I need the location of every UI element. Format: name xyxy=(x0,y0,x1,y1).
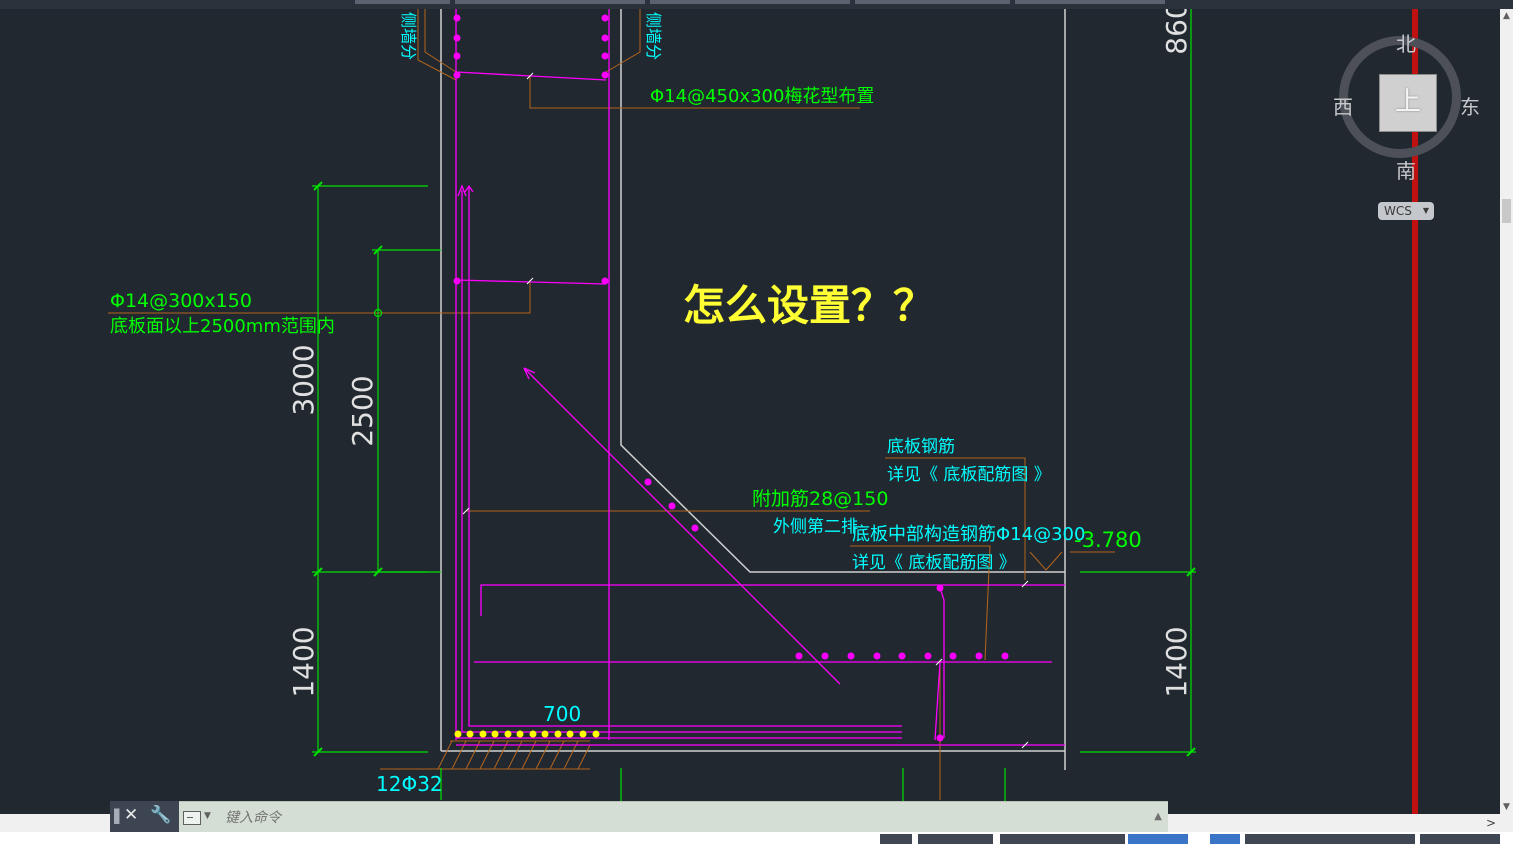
wcs-label: WCS xyxy=(1384,204,1412,218)
side-wall-label-left: 侧墙分 xyxy=(399,12,418,60)
top-tab[interactable] xyxy=(455,0,645,4)
additional-rebar-label: 附加筋28@150 xyxy=(752,488,888,510)
viewcube[interactable]: 北 南 东 西 上 WCS ▼ xyxy=(1333,28,1483,228)
status-button[interactable] xyxy=(1128,834,1188,844)
top-tab[interactable] xyxy=(1015,0,1165,4)
scroll-thumb[interactable] xyxy=(1502,199,1511,223)
east-label[interactable]: 东 xyxy=(1460,91,1480,120)
scroll-up-icon[interactable]: ▲ xyxy=(1500,9,1513,23)
wcs-dropdown[interactable]: WCS ▼ xyxy=(1378,202,1434,220)
history-up-icon[interactable]: ▲ xyxy=(1154,811,1162,822)
level-label: -3.780 xyxy=(1074,528,1142,552)
dimension-lines xyxy=(312,9,1196,812)
see-floor-drawing-label-2: 详见《 底板配筋图 》 xyxy=(852,553,1016,573)
scroll-down-icon[interactable]: ▼ xyxy=(1500,800,1513,814)
command-line-handle[interactable]: ▪ ▪ ▪ ✕ 🔧 xyxy=(110,801,179,832)
range-label: 底板面以上2500mm范围内 xyxy=(110,316,335,337)
top-tab[interactable] xyxy=(855,0,1010,4)
dim-1400-left: 1400 xyxy=(287,626,320,697)
status-button[interactable] xyxy=(1210,834,1240,844)
north-label[interactable]: 北 xyxy=(1396,28,1416,57)
south-label[interactable]: 南 xyxy=(1396,155,1416,184)
top-tab[interactable] xyxy=(355,0,450,4)
rebar-lines xyxy=(455,9,1065,746)
scroll-right-icon[interactable]: > xyxy=(1486,814,1496,832)
leader-lines xyxy=(108,9,1115,800)
dim-2500: 2500 xyxy=(346,375,379,446)
command-line: ▪▪▪ ✕ 🔧 ▼ ▲ xyxy=(110,801,1168,833)
status-button[interactable] xyxy=(880,834,912,844)
see-floor-drawing-label-1: 详见《 底板配筋图 》 xyxy=(887,465,1051,485)
dim-1400-right: 1400 xyxy=(1160,626,1193,697)
scrollbar-corner xyxy=(1500,814,1513,832)
top-tab-strip xyxy=(0,0,1513,9)
dim-860-right: 860 xyxy=(1160,1,1193,54)
rebar-spec-label: Φ14@300x150 xyxy=(110,290,252,312)
question-text: 怎么设置？？ xyxy=(683,281,935,330)
dimension-ticks xyxy=(313,181,1196,757)
status-button[interactable] xyxy=(918,834,993,844)
status-button[interactable] xyxy=(1000,834,1125,844)
command-input[interactable] xyxy=(223,808,1127,828)
rebar-dots xyxy=(453,14,1009,742)
dim-3000-left: 3000 xyxy=(287,344,320,415)
width-700-label: 700 xyxy=(543,702,581,726)
main-bars-label: 12Φ32 xyxy=(376,772,443,796)
floor-rebar-label: 底板钢筋 xyxy=(887,437,955,457)
chevron-down-icon[interactable]: ▼ xyxy=(204,811,211,821)
status-button[interactable] xyxy=(1245,834,1415,844)
drawing-canvas[interactable]: 侧墙分 侧墙分 Φ14@450x300梅花型布置 Φ14@300x150 底板面… xyxy=(0,0,1513,844)
wrench-icon[interactable]: 🔧 xyxy=(150,805,171,825)
vertical-scrollbar[interactable]: ▲ ▼ xyxy=(1500,9,1513,814)
top-tab[interactable] xyxy=(650,0,850,4)
west-label[interactable]: 西 xyxy=(1333,91,1353,120)
close-icon[interactable]: ✕ xyxy=(124,805,138,825)
chevron-down-icon: ▼ xyxy=(1422,206,1429,215)
outer-second-row-label: 外侧第二排 xyxy=(773,517,858,537)
break-marks xyxy=(462,72,1029,749)
quincunx-rebar-label: Φ14@450x300梅花型布置 xyxy=(650,86,874,107)
command-input-area: ▼ ▲ xyxy=(179,801,1168,833)
status-button[interactable] xyxy=(1420,834,1500,844)
mid-structural-rebar-label: 底板中部构造钢筋Φ14@300 xyxy=(852,524,1085,545)
command-prompt-icon[interactable] xyxy=(183,811,201,825)
cube-face-top[interactable]: 上 xyxy=(1379,74,1437,132)
grip-icon[interactable]: ▪ ▪ ▪ xyxy=(113,805,120,826)
side-wall-label-right: 侧墙分 xyxy=(644,12,663,60)
concrete-outline xyxy=(440,9,1066,770)
